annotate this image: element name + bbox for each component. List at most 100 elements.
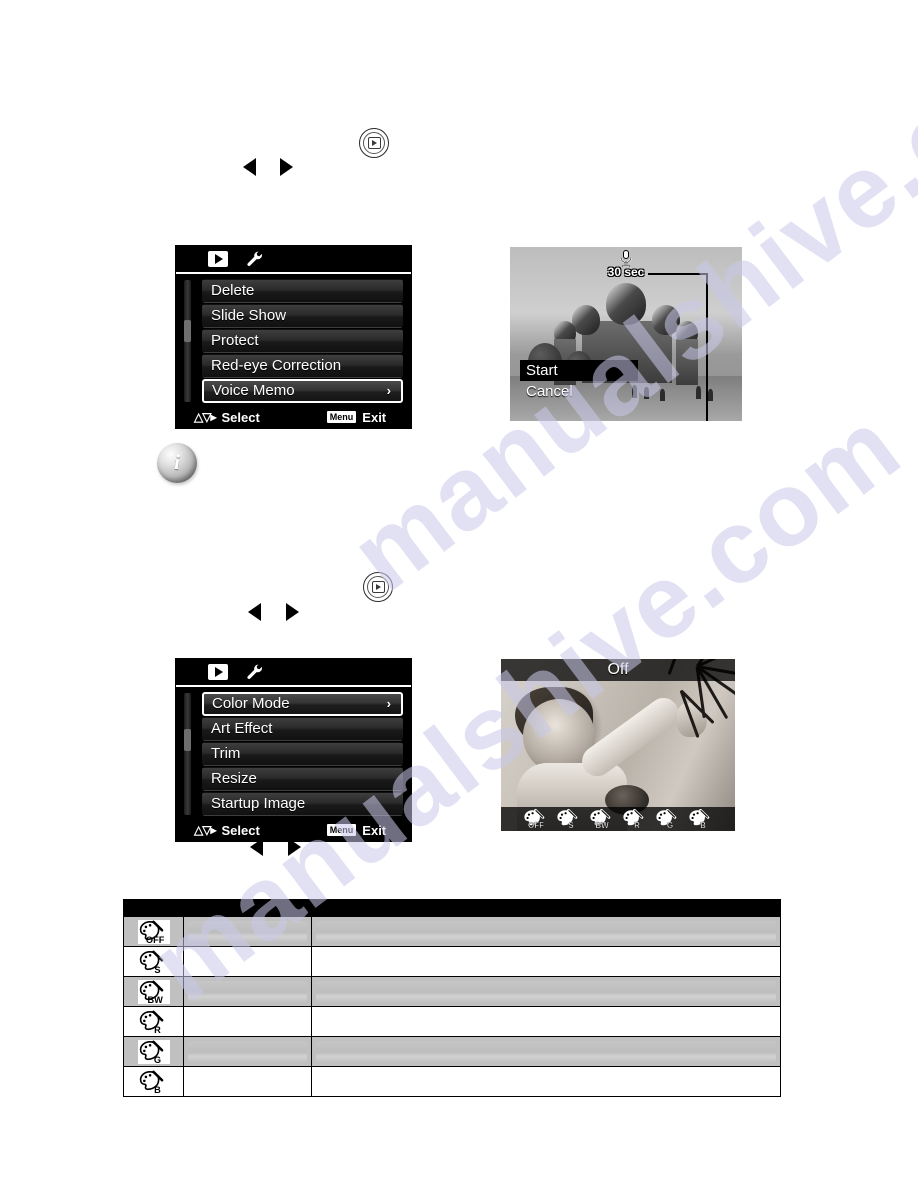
preview-dome-center bbox=[606, 283, 646, 325]
left-arrow-icon[interactable] bbox=[243, 158, 256, 176]
row-icon-cell: R bbox=[123, 1006, 184, 1037]
option-start[interactable]: Start bbox=[520, 360, 638, 381]
updown-arrow-icon: △▽▸ bbox=[194, 410, 217, 424]
menu-key-badge: Menu bbox=[326, 411, 357, 423]
row-description-cell bbox=[311, 976, 781, 1007]
menu-item-delete[interactable]: Delete bbox=[202, 279, 403, 303]
color-mode-red-icon[interactable]: R bbox=[622, 809, 648, 829]
color-mode-menu-body: Color Mode › Art Effect Trim Resize Star… bbox=[176, 687, 411, 819]
voice-memo-menu-body: Delete Slide Show Protect Red-eye Correc… bbox=[176, 274, 411, 406]
menu-item-label: Color Mode bbox=[212, 695, 290, 712]
menu-item-label: Startup Image bbox=[211, 795, 306, 812]
table-row: S bbox=[123, 946, 781, 977]
wrench-tab-icon[interactable] bbox=[246, 250, 264, 268]
row-icon-cell: BW bbox=[123, 976, 184, 1007]
color-mode-preview: Off OFF S BW R G B bbox=[501, 659, 735, 831]
right-arrow-icon[interactable] bbox=[280, 158, 293, 176]
timer-leader-horizontal bbox=[648, 273, 708, 275]
svg-text:BW: BW bbox=[595, 821, 609, 829]
color-mode-red-icon: R bbox=[137, 1009, 170, 1034]
color-mode-bw-icon: BW bbox=[137, 979, 170, 1004]
svg-text:B: B bbox=[154, 1084, 161, 1093]
menu-item-art-effect[interactable]: Art Effect bbox=[202, 717, 403, 741]
preview-dome-left bbox=[572, 305, 600, 335]
voice-memo-options: Start Cancel bbox=[520, 360, 638, 402]
option-cancel[interactable]: Cancel bbox=[520, 381, 638, 402]
menu-item-label: Resize bbox=[211, 770, 257, 787]
svg-text:G: G bbox=[666, 821, 672, 829]
footer-select-label: Select bbox=[221, 822, 260, 838]
table-row: R bbox=[123, 1006, 781, 1037]
left-arrow-icon-3[interactable] bbox=[250, 838, 263, 856]
color-mode-blue-icon[interactable]: B bbox=[688, 809, 714, 829]
menu-item-label: Trim bbox=[211, 745, 241, 762]
right-arrow-icon-3[interactable] bbox=[288, 838, 301, 856]
color-mode-sepia-icon[interactable]: S bbox=[556, 809, 582, 829]
row-icon-cell: OFF bbox=[123, 916, 184, 947]
menu-scrollbar-thumb[interactable] bbox=[184, 320, 191, 342]
menu-item-trim[interactable]: Trim bbox=[202, 742, 403, 766]
svg-text:G: G bbox=[153, 1054, 160, 1063]
menu-item-color-mode[interactable]: Color Mode › bbox=[202, 692, 403, 716]
play-icon bbox=[371, 581, 385, 593]
row-description-cell bbox=[311, 1006, 781, 1037]
table-row: BW bbox=[123, 976, 781, 1007]
color-mode-menu-list: Color Mode › Art Effect Trim Resize Star… bbox=[202, 692, 403, 816]
color-mode-off-icon: OFF bbox=[137, 919, 170, 944]
menu-scrollbar-track[interactable] bbox=[184, 693, 191, 815]
svg-text:OFF: OFF bbox=[528, 821, 544, 829]
table-row: G bbox=[123, 1036, 781, 1067]
menu-item-label: Delete bbox=[211, 282, 255, 299]
svg-text:R: R bbox=[154, 1024, 161, 1033]
voice-memo-duration-label: 30 sec bbox=[607, 265, 645, 279]
playback-tab-icon[interactable] bbox=[208, 664, 228, 680]
color-mode-blue-icon: B bbox=[137, 1069, 170, 1094]
color-mode-off-icon[interactable]: OFF bbox=[523, 809, 549, 829]
color-mode-sepia-icon: S bbox=[137, 949, 170, 974]
menu-item-startup-image[interactable]: Startup Image bbox=[202, 792, 403, 816]
menu-item-protect[interactable]: Protect bbox=[202, 329, 403, 353]
table-row: OFF bbox=[123, 916, 781, 947]
svg-text:B: B bbox=[700, 821, 706, 829]
play-icon bbox=[367, 137, 381, 149]
color-mode-green-icon[interactable]: G bbox=[655, 809, 681, 829]
row-name-cell bbox=[183, 976, 312, 1007]
menu-footer: △▽▸ Select Menu Exit bbox=[176, 406, 411, 428]
menu-item-label: Protect bbox=[211, 332, 259, 349]
wrench-tab-icon[interactable] bbox=[246, 663, 264, 681]
color-mode-bw-icon[interactable]: BW bbox=[589, 809, 615, 829]
row-icon-cell: B bbox=[123, 1066, 184, 1097]
playback-button[interactable] bbox=[359, 128, 389, 158]
menu-item-red-eye-correction[interactable]: Red-eye Correction bbox=[202, 354, 403, 378]
left-arrow-icon-2[interactable] bbox=[248, 603, 261, 621]
row-description-cell bbox=[311, 1036, 781, 1067]
svg-text:OFF: OFF bbox=[145, 934, 164, 943]
menu-item-label: Red-eye Correction bbox=[211, 357, 342, 374]
preview-tower-right bbox=[676, 339, 698, 385]
playback-tab-icon[interactable] bbox=[208, 251, 228, 267]
right-arrow-icon-2[interactable] bbox=[286, 603, 299, 621]
table-header-description bbox=[311, 899, 781, 917]
row-name-cell bbox=[183, 946, 312, 977]
footer-exit-label: Exit bbox=[362, 409, 387, 425]
svg-text:S: S bbox=[154, 964, 160, 973]
color-mode-green-icon: G bbox=[137, 1039, 170, 1064]
info-letter: i bbox=[174, 449, 180, 474]
voice-memo-preview: 30 sec Start Cancel bbox=[510, 247, 742, 421]
row-name-cell bbox=[183, 1036, 312, 1067]
menu-scrollbar-thumb[interactable] bbox=[184, 729, 191, 751]
menu-tab-bar bbox=[176, 659, 411, 687]
color-mode-icon-strip: OFF S BW R G B bbox=[501, 807, 735, 831]
menu-item-resize[interactable]: Resize bbox=[202, 767, 403, 791]
row-icon-cell: G bbox=[123, 1036, 184, 1067]
menu-item-slide-show[interactable]: Slide Show bbox=[202, 304, 403, 328]
table-header-icon bbox=[123, 899, 184, 917]
preview-person-5 bbox=[708, 389, 713, 401]
preview-person-2 bbox=[644, 387, 649, 399]
table-row: B bbox=[123, 1066, 781, 1097]
playback-button-2[interactable] bbox=[363, 572, 393, 602]
row-description-cell bbox=[311, 916, 781, 947]
menu-item-label: Voice Memo bbox=[212, 382, 295, 399]
svg-text:S: S bbox=[568, 821, 574, 829]
menu-item-voice-memo[interactable]: Voice Memo › bbox=[202, 379, 403, 403]
